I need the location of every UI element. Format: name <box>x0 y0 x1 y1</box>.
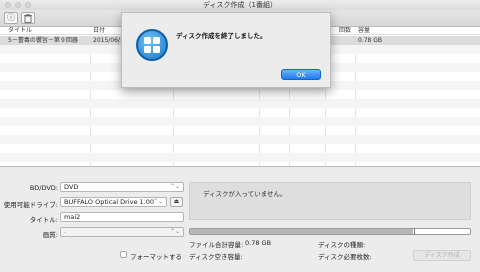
quality-label: 画質: <box>42 231 58 239</box>
completion-dialog: ディスク作成を終了しました。 OK <box>121 12 331 88</box>
row-size: 0.78 GB <box>358 37 383 44</box>
drive-label: 使用可能ドライブ: <box>3 201 58 209</box>
column-header-date[interactable]: 日付 <box>93 27 105 35</box>
eject-icon: ⏏ <box>173 198 180 205</box>
trash-icon <box>24 14 32 23</box>
disc-app-icon <box>136 29 168 61</box>
media-value: DVD <box>64 183 79 191</box>
empty-row <box>0 99 480 108</box>
title-bar: ディスク作成（1番組） <box>0 0 480 10</box>
title-input-value: mai2 <box>64 213 81 221</box>
media-select[interactable]: DVD ⌃⌄ <box>60 182 184 192</box>
progress-fill <box>190 229 413 234</box>
title-label: タイトル: <box>29 216 58 224</box>
info-icon: ⓘ <box>7 13 15 22</box>
zoom-window-button[interactable] <box>25 2 31 8</box>
eject-button[interactable]: ⏏ <box>170 197 183 207</box>
column-header-title[interactable]: タイトル <box>8 27 32 35</box>
window-title: ディスク作成（1番組） <box>203 1 277 9</box>
column-header-size[interactable]: 容量 <box>358 27 370 35</box>
column-header-count[interactable]: 回数 <box>339 27 351 35</box>
select-arrows-icon: ⌃⌄ <box>169 228 180 235</box>
free-space-label: ディスク空き容量: <box>189 253 243 261</box>
info-button[interactable]: ⓘ <box>4 12 18 24</box>
empty-row <box>0 117 480 126</box>
disc-type-label: ディスクの種類: <box>318 241 366 249</box>
media-label: BD/DVD: <box>29 184 58 192</box>
format-label[interactable]: フォーマットする <box>130 251 182 261</box>
select-arrows-icon: ⌃⌄ <box>169 183 180 190</box>
row-date: 2015/06/ <box>93 37 120 44</box>
close-window-button[interactable] <box>5 2 11 8</box>
empty-row <box>0 153 480 162</box>
progress-bar <box>189 228 471 235</box>
create-disc-button[interactable]: ディスク作成 <box>413 250 471 261</box>
total-size-value: 0.78 GB <box>245 239 272 247</box>
quality-value: - <box>64 228 67 236</box>
select-arrows-icon: ⌃⌄ <box>152 198 163 205</box>
minimize-window-button[interactable] <box>15 2 21 8</box>
empty-row <box>0 135 480 144</box>
total-size-label: ファイル合計容量: <box>189 241 244 249</box>
quality-select[interactable]: - ⌃⌄ <box>60 227 184 237</box>
disc-settings-panel: BD/DVD: DVD ⌃⌄ 使用可能ドライブ: BUFFALO Optical… <box>0 167 480 272</box>
ok-button[interactable]: OK <box>281 69 321 80</box>
status-message: ディスクが入っていません。 <box>203 190 287 198</box>
status-box: ディスクが入っていません。 <box>189 182 471 220</box>
delete-button[interactable] <box>21 12 35 24</box>
format-checkbox[interactable] <box>120 251 127 258</box>
title-input[interactable]: mai2 <box>60 212 184 222</box>
discs-needed-label: ディスク必要枚数: <box>318 253 372 261</box>
drive-select[interactable]: BUFFALO Optical Drive 1.00 ⌃⌄ <box>60 197 167 207</box>
progress-marker <box>414 228 415 235</box>
drive-value: BUFFALO Optical Drive 1.00 <box>64 198 155 206</box>
dialog-message: ディスク作成を終了しました。 <box>176 32 267 40</box>
row-title: 5－蕾毒の響旨－第９回器 <box>8 37 78 44</box>
